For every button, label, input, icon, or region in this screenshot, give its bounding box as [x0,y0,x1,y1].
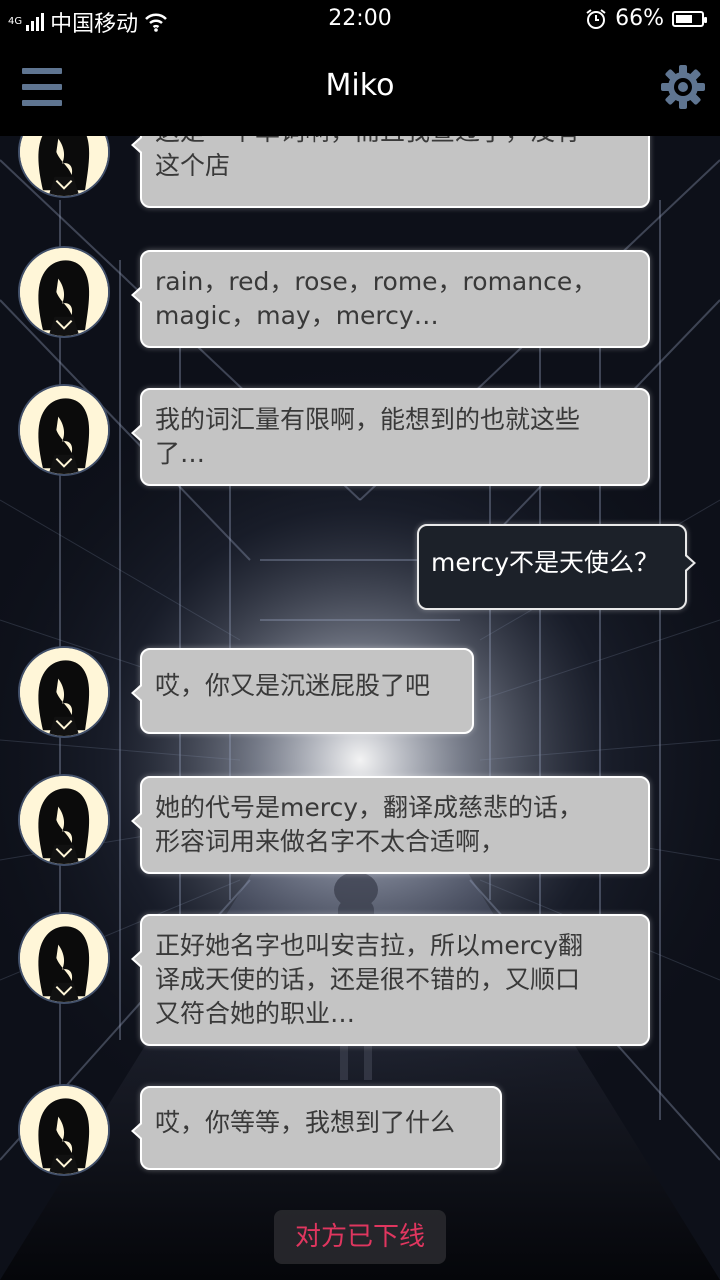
message-line: 正好她名字也叫安吉拉，所以mercy翻 [155,931,584,960]
message-bubble[interactable]: 正好她名字也叫安吉拉，所以mercy翻 译成天使的话，还是很不错的，又顺口 又符… [131,914,650,1046]
message-line: 又符合她的职业… [155,999,356,1028]
contact-avatar[interactable] [18,384,110,476]
message-line: 这个店 [155,151,231,180]
battery-percent: 66% [615,6,664,31]
message-line: magic，may，mercy… [155,301,439,330]
gear-icon[interactable] [660,64,706,110]
message-line: rain，red，rose，rome，romance， [155,267,598,296]
app-header: Miko [0,38,720,136]
message-line: 这是一个单词啊，而且我查过了，没有 [155,136,636,149]
battery-icon [672,10,707,27]
contact-avatar[interactable] [18,646,110,738]
message-line: 我的词汇量有限啊，能想到的也就这些 [155,405,581,434]
message-bubble[interactable]: 这是一个单词啊，而且我查过了，没有 这个店 [131,136,650,208]
message-bubble[interactable]: rain，red，rose，rome，romance， magic，may，me… [131,250,650,348]
message-line: 译成天使的话，还是很不错的，又顺口 [155,965,581,994]
message-bubble[interactable]: 我的词汇量有限啊，能想到的也就这些 了… [131,388,650,486]
chat-title: Miko [325,68,395,103]
message-line: 了… [155,439,206,468]
message-line: 哎，你又是沉迷屁股了吧 [155,671,431,700]
offline-notice: 对方已下线 [274,1210,446,1264]
message-line: 哎，你等等，我想到了什么 [155,1108,456,1137]
message-list[interactable]: 这是一个单词啊，而且我查过了，没有 这个店 rain，red，rose，rome… [0,136,720,1280]
message-bubble[interactable]: 哎，你又是沉迷屁股了吧 [131,648,474,734]
contact-avatar[interactable] [18,1084,110,1176]
contact-avatar[interactable] [18,246,110,338]
chat-screen: 4G 中国移动 22:00 66% Miko 这个店 rain，red，rose… [0,0,720,1280]
battery-level-fill [676,14,692,23]
message-bubble[interactable]: 哎，你等等，我想到了什么 [131,1086,502,1170]
message-line: 形容词用来做名字不太合适啊， [155,827,506,856]
contact-avatar[interactable] [18,912,110,1004]
message-line: 她的代号是mercy，翻译成慈悲的话， [155,793,584,822]
message-line: mercy不是天使么？ [431,548,660,577]
status-bar: 4G 中国移动 22:00 66% [0,0,720,38]
message-bubble[interactable]: 她的代号是mercy，翻译成慈悲的话， 形容词用来做名字不太合适啊， [131,776,650,874]
message-bubble-outgoing[interactable]: mercy不是天使么？ [417,524,696,610]
alarm-icon [586,8,606,29]
contact-avatar[interactable] [18,774,110,866]
contact-avatar[interactable] [18,136,110,198]
